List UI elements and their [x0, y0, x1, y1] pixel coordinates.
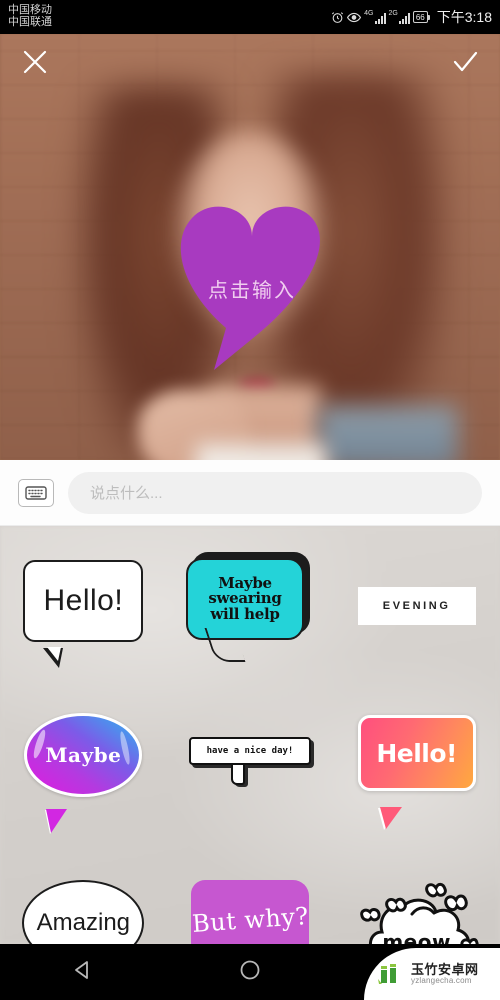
sticker-item-hello-gradient[interactable]: Hello! — [333, 686, 500, 846]
sticker-label: Amazing — [36, 909, 131, 936]
sticker-label: But why? — [190, 901, 310, 939]
back-triangle-icon[interactable] — [70, 957, 96, 988]
heart-sticker[interactable]: 点击输入 — [162, 188, 342, 374]
sticker-item-maybe-swearing[interactable]: Maybe swearing will help — [167, 526, 334, 686]
search-input[interactable]: 说点什么... — [68, 471, 482, 514]
sticker-item-amazing[interactable]: Amazing — [0, 846, 167, 944]
sticker-label: have a nice day! — [206, 746, 294, 756]
sticker-panel: Hello! Maybe swearing will help EVENING … — [0, 526, 500, 944]
sticker-item-but-why[interactable]: But why? — [167, 846, 334, 944]
sticker-label: EVENING — [382, 600, 451, 612]
battery-icon: 66 — [412, 11, 430, 23]
text-input-placeholder: 说点什么... — [90, 485, 163, 502]
editor-toolbar — [0, 34, 500, 90]
sticker-item-hello-outline[interactable]: Hello! — [0, 526, 167, 686]
status-icons: 4G 2G 66 下午3:18 — [331, 7, 492, 27]
home-circle-icon[interactable] — [237, 957, 263, 988]
sticker-label: Maybe — [45, 743, 122, 767]
status-bar: 中国移动 中国联通 4G 2G 66 下午3:18 — [0, 0, 500, 34]
watermark-en: yzlangecha.com — [411, 975, 472, 985]
watermark-cn: 玉竹安卓网 — [411, 961, 479, 977]
battery-level: 66 — [415, 12, 425, 22]
carrier-labels: 中国移动 中国联通 — [8, 4, 52, 29]
sticker-label: Hello! — [376, 738, 457, 768]
bamboo-logo-icon — [376, 959, 406, 989]
sticker-item-nice-day-pixel[interactable]: have a nice day! — [167, 686, 334, 846]
sticker-label: meow — [382, 930, 451, 944]
status-clock: 下午3:18 — [436, 9, 492, 25]
carrier-secondary: 中国联通 — [8, 16, 52, 28]
sticker-item-maybe-gradient[interactable]: Maybe — [0, 686, 167, 846]
sticker-item-evening[interactable]: EVENING — [333, 526, 500, 686]
text-input-bar: 说点什么... — [0, 460, 500, 526]
bubble-tail — [230, 765, 245, 785]
signal-2g-icon: 2G — [389, 10, 410, 24]
check-icon[interactable] — [450, 47, 480, 77]
signal-4g-icon: 4G — [364, 10, 386, 24]
sticker-label-line3: will help — [210, 604, 280, 623]
sticker-label: Hello! — [43, 584, 124, 617]
sticker-item-meow-cloud[interactable]: meow — [333, 846, 500, 944]
bubble-tail — [379, 807, 402, 829]
sticker-grid: Hello! Maybe swearing will help EVENING … — [0, 526, 500, 944]
keyboard-icon[interactable] — [18, 478, 54, 507]
phone-screen: 中国移动 中国联通 4G 2G 66 下午3:18 点击输入 说点什么... H… — [0, 0, 500, 1000]
bubble-tail — [43, 647, 64, 668]
bubble-tail — [46, 809, 68, 833]
close-icon[interactable] — [20, 47, 50, 77]
photo-canvas[interactable]: 点击输入 — [0, 34, 500, 460]
eye-icon — [347, 11, 362, 24]
alarm-icon — [331, 11, 344, 24]
